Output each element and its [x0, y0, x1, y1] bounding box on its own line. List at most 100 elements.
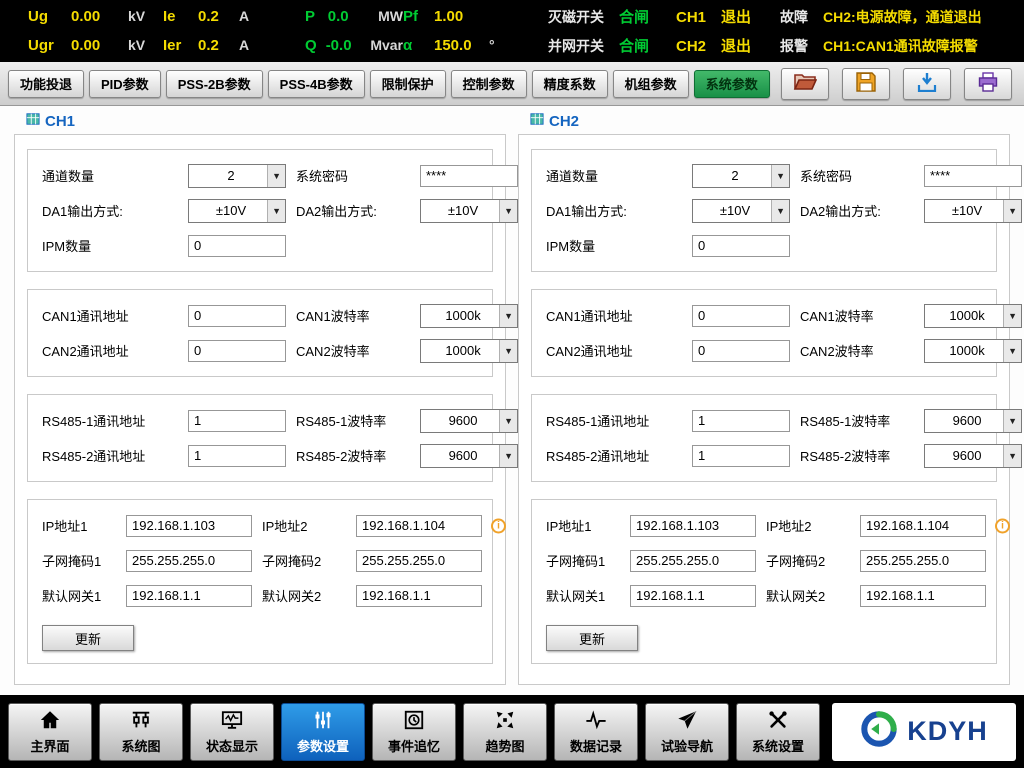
system-password-label: 系统密码: [800, 166, 914, 185]
switch-value: 合闸: [619, 6, 649, 27]
channel-count-select[interactable]: 2▼: [692, 164, 790, 188]
rs485-2-address-input[interactable]: [188, 445, 286, 467]
rs485-1-address-input[interactable]: [692, 410, 790, 432]
bottom-nav: 主界面 系统图 状态显示 参数设置 事件追忆 趋势图 数据记录: [0, 695, 1024, 768]
field-row: 默认网关1默认网关2: [546, 578, 982, 613]
channel-value: 退出: [721, 35, 751, 56]
ipm-count-field: [188, 235, 286, 257]
tab-pss2b-params[interactable]: PSS-2B参数: [166, 70, 263, 98]
ip-address-2-input[interactable]: [356, 515, 482, 537]
rs485-2-baudrate-select[interactable]: 9600▼: [924, 444, 1022, 468]
da2-output-mode-select[interactable]: ±10V▼: [420, 199, 518, 223]
can2-baudrate-select[interactable]: 1000k▼: [420, 339, 518, 363]
subnet-mask-1-label: 子网掩码1: [546, 551, 620, 570]
measurement-value: 0.2: [198, 37, 232, 54]
nav-home-button[interactable]: 主界面: [8, 703, 92, 761]
nav-system-settings-button[interactable]: 系统设置: [736, 703, 820, 761]
default-gateway-1-input[interactable]: [126, 585, 252, 607]
can2-address-input[interactable]: [692, 340, 790, 362]
tab-control-params[interactable]: 控制参数: [451, 70, 527, 98]
tab-precision-coeff[interactable]: 精度系数: [532, 70, 608, 98]
ip-address-2-field: i: [356, 515, 482, 537]
tab-pss4b-params[interactable]: PSS-4B参数: [268, 70, 365, 98]
rs485-2-address-input[interactable]: [692, 445, 790, 467]
nav-data-record-button[interactable]: 数据记录: [554, 703, 638, 761]
can1-address-input[interactable]: [692, 305, 790, 327]
nav-system-diagram-button[interactable]: 系统图: [99, 703, 183, 761]
default-gateway-2-input[interactable]: [356, 585, 482, 607]
chevron-down-icon: ▼: [771, 165, 789, 187]
nav-event-recall-button[interactable]: 事件追忆: [372, 703, 456, 761]
rs485-2-baudrate-select[interactable]: 9600▼: [420, 444, 518, 468]
update-button[interactable]: 更新: [546, 625, 638, 651]
channel-label: CH2: [676, 38, 714, 55]
da1-output-mode-select[interactable]: ±10V▼: [692, 199, 790, 223]
ip-address-2-input[interactable]: [860, 515, 986, 537]
tab-unit-params[interactable]: 机组参数: [613, 70, 689, 98]
section-rs485: RS485-1通讯地址RS485-1波特率9600▼RS485-2通讯地址RS4…: [27, 394, 493, 482]
nav-param-settings-button[interactable]: 参数设置: [281, 703, 365, 761]
default-gateway-2-input[interactable]: [860, 585, 986, 607]
channel-label: CH1: [676, 9, 714, 26]
tab-function-toggle[interactable]: 功能投退: [8, 70, 84, 98]
can1-address-input[interactable]: [188, 305, 286, 327]
default-gateway-1-input[interactable]: [630, 585, 756, 607]
nav-label: 试验导航: [661, 736, 713, 755]
ip-address-2-field: i: [860, 515, 986, 537]
alert-value: CH2:电源故障，通道退出: [823, 7, 982, 27]
export-button[interactable]: [903, 68, 951, 100]
subnet-mask-1-input[interactable]: [126, 550, 252, 572]
print-button[interactable]: [964, 68, 1012, 100]
ip-address-1-field: [126, 515, 252, 537]
can1-baudrate-select[interactable]: 1000k▼: [420, 304, 518, 328]
save-button[interactable]: [842, 68, 890, 100]
rs485-1-baudrate-select[interactable]: 9600▼: [420, 409, 518, 433]
event-clock-icon: [403, 709, 425, 734]
da2-output-mode-select[interactable]: ±10V▼: [924, 199, 1022, 223]
measurement-label: α: [403, 37, 427, 54]
ip-address-1-input[interactable]: [126, 515, 252, 537]
info-icon[interactable]: i: [491, 518, 506, 533]
home-icon: [39, 709, 61, 734]
tab-pid-params[interactable]: PID参数: [89, 70, 161, 98]
section-can: CAN1通讯地址CAN1波特率1000k▼CAN2通讯地址CAN2波特率1000…: [27, 289, 493, 377]
alarm-message: 报警 CH1:CAN1通讯故障报警: [780, 36, 1018, 56]
info-icon[interactable]: i: [995, 518, 1010, 533]
rs485-1-baudrate-select[interactable]: 9600▼: [924, 409, 1022, 433]
nav-test-navigation-button[interactable]: 试验导航: [645, 703, 729, 761]
can1-baudrate-select[interactable]: 1000k▼: [924, 304, 1022, 328]
nav-status-display-button[interactable]: 状态显示: [190, 703, 274, 761]
ipm-count-input[interactable]: [692, 235, 790, 257]
can2-address-input[interactable]: [188, 340, 286, 362]
alert-label: 故障: [780, 7, 816, 27]
section-basic: 通道数量2▼系统密码DA1输出方式:±10V▼DA2输出方式:±10V▼IPM数…: [531, 149, 997, 272]
measurement-unit: °: [489, 37, 495, 53]
system-password-label: 系统密码: [296, 166, 410, 185]
subnet-mask-2-input[interactable]: [860, 550, 986, 572]
nav-trend-chart-button[interactable]: 趋势图: [463, 703, 547, 761]
ipm-count-input[interactable]: [188, 235, 286, 257]
system-password-input[interactable]: [924, 165, 1022, 187]
update-button[interactable]: 更新: [42, 625, 134, 651]
measurement-alpha: α 150.0 °: [403, 37, 548, 54]
da1-output-mode-select[interactable]: ±10V▼: [188, 199, 286, 223]
open-file-button[interactable]: [781, 68, 829, 100]
channel-count-select[interactable]: 2▼: [188, 164, 286, 188]
system-password-input[interactable]: [420, 165, 518, 187]
tab-limit-protection[interactable]: 限制保护: [370, 70, 446, 98]
chevron-down-icon: ▼: [267, 165, 285, 187]
chevron-down-icon: ▼: [499, 410, 517, 432]
ip-address-1-input[interactable]: [630, 515, 756, 537]
chevron-down-icon: ▼: [1003, 200, 1021, 222]
default-gateway-1-field: [126, 585, 252, 607]
rs485-1-address-input[interactable]: [188, 410, 286, 432]
subnet-mask-1-input[interactable]: [630, 550, 756, 572]
subnet-mask-1-label: 子网掩码1: [42, 551, 116, 570]
subnet-mask-2-input[interactable]: [356, 550, 482, 572]
field-row: CAN2通讯地址CAN2波特率1000k▼: [546, 333, 982, 368]
can2-baudrate-select[interactable]: 1000k▼: [924, 339, 1022, 363]
measurement-value: 0.00: [71, 37, 121, 54]
tab-system-params[interactable]: 系统参数: [694, 70, 770, 98]
section-basic: 通道数量2▼系统密码DA1输出方式:±10V▼DA2输出方式:±10V▼IPM数…: [27, 149, 493, 272]
nav-label: 系统图: [121, 736, 160, 755]
